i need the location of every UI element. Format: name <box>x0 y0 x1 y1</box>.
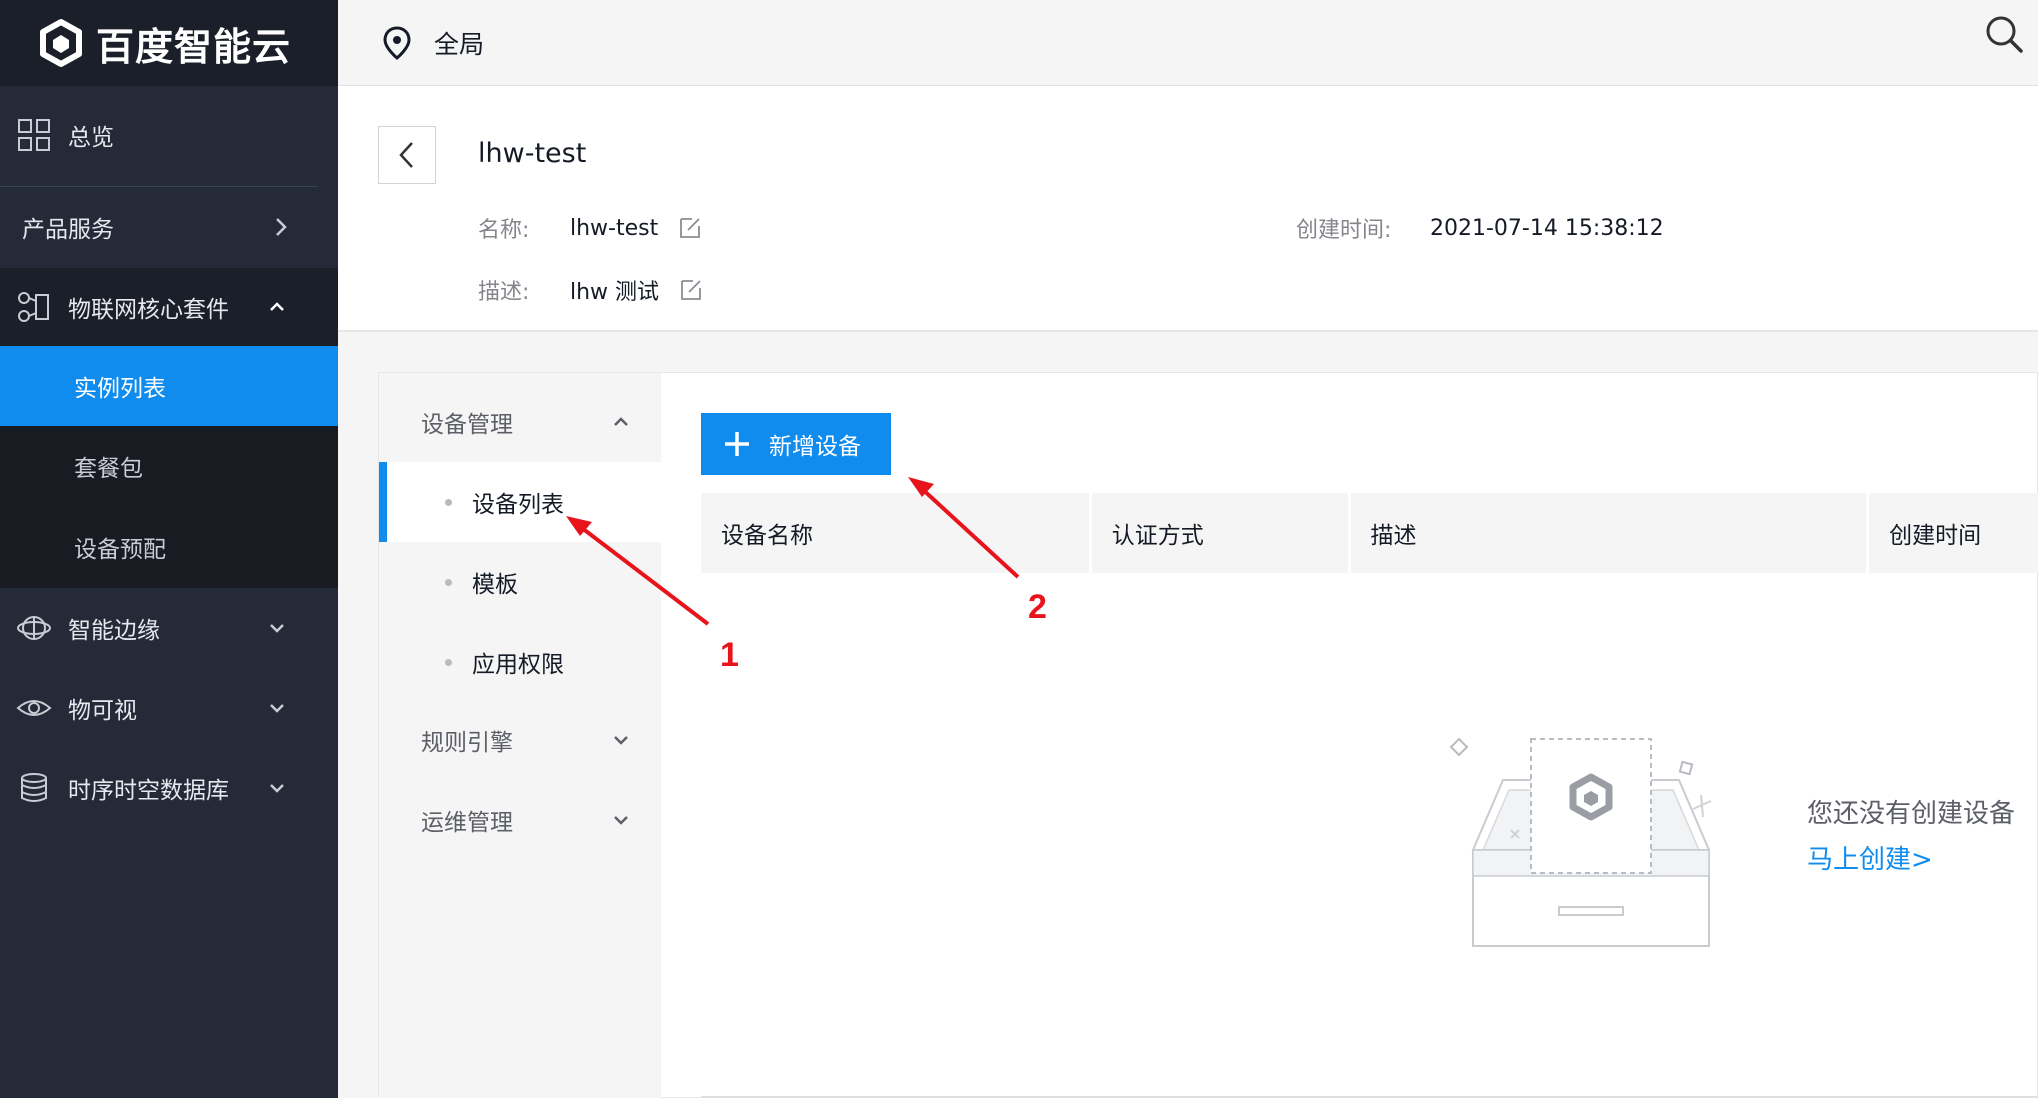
nav-products-label: 产品服务 <box>22 217 114 243</box>
empty-state-message: 您还没有创建设备 <box>1807 799 2016 829</box>
chevron-down-icon <box>614 816 628 825</box>
chevron-down-icon <box>614 736 628 745</box>
chevron-up-icon <box>614 417 628 426</box>
instance-desc-row: 描述: lhw 测试 <box>478 274 703 306</box>
nav-products[interactable]: 产品服务 <box>0 196 338 258</box>
subnav-device-list[interactable]: 设备列表 <box>379 462 661 542</box>
edit-icon[interactable] <box>678 216 702 240</box>
iot-nodes-icon <box>18 292 49 322</box>
created-value: 2021-07-14 15:38:12 <box>1430 215 1664 241</box>
database-icon <box>21 773 47 802</box>
nav-packages-label: 套餐包 <box>74 456 143 482</box>
sub-nav: 设备管理 设备列表 模板 应用权限 规则引擎 运维管理 <box>379 373 661 1098</box>
empty-box-illustration <box>1449 737 1712 947</box>
annotation-marker-1: 1 <box>720 636 739 674</box>
subnav-ops[interactable]: 运维管理 <box>421 805 631 836</box>
chevron-right-icon <box>276 218 287 236</box>
nav-instance-list[interactable]: 实例列表 <box>0 346 338 426</box>
subnav-rule-engine-label: 规则引擎 <box>421 730 513 756</box>
bullet-dot <box>445 658 452 666</box>
nav-iot-core-label: 物联网核心套件 <box>68 297 229 323</box>
chevron-left-icon <box>399 142 413 168</box>
subnav-app-permissions-label: 应用权限 <box>472 652 564 678</box>
nav-overview[interactable]: 总览 <box>0 104 338 166</box>
nav-device-provisioning[interactable]: 设备预配 <box>0 506 338 588</box>
device-table-header: 设备名称 认证方式 描述 创建时间 <box>701 493 2038 573</box>
instance-created-row: 创建时间: 2021-07-14 15:38:12 <box>1296 212 1664 244</box>
chevron-down-icon <box>270 624 284 633</box>
nav-visual-label: 物可视 <box>68 698 137 724</box>
nav-packages[interactable]: 套餐包 <box>0 426 338 506</box>
plus-icon <box>725 432 749 456</box>
subnav-template-label: 模板 <box>472 572 518 598</box>
instance-title: lhw-test <box>478 138 587 169</box>
nav-iot-core[interactable]: 物联网核心套件 <box>0 268 338 346</box>
brand-cube-icon <box>40 19 82 67</box>
column-auth-method[interactable]: 认证方式 <box>1091 493 1348 573</box>
bullet-dot <box>445 498 452 506</box>
column-description[interactable]: 描述 <box>1350 493 1867 573</box>
content-panel: 设备管理 设备列表 模板 应用权限 规则引擎 运维管理 新增设备 设备名称 认证… <box>378 372 2038 1098</box>
edit-icon[interactable] <box>679 278 703 302</box>
brand-name: 百度智能云 <box>96 24 292 69</box>
add-device-button[interactable]: 新增设备 <box>701 413 891 475</box>
chevron-down-icon <box>270 704 284 713</box>
chevron-up-icon <box>270 302 284 311</box>
nav-edge-label: 智能边缘 <box>68 618 160 644</box>
nav-overview-label: 总览 <box>68 125 114 151</box>
name-label: 名称: <box>478 218 530 243</box>
eye-icon <box>16 700 52 716</box>
subnav-device-mgmt-label: 设备管理 <box>421 412 513 438</box>
top-bar: 全局 <box>338 0 2038 86</box>
location-pin-icon <box>383 25 411 60</box>
annotation-marker-2: 2 <box>1028 588 1047 626</box>
edge-orbit-icon <box>17 616 51 640</box>
nav-tsdb[interactable]: 时序时空数据库 <box>0 756 338 820</box>
subnav-rule-engine[interactable]: 规则引擎 <box>421 725 631 756</box>
subnav-device-mgmt[interactable]: 设备管理 <box>421 407 631 438</box>
nav-edge[interactable]: 智能边缘 <box>0 596 338 660</box>
grid-icon <box>18 119 50 151</box>
nav-instance-list-label: 实例列表 <box>74 376 166 402</box>
back-button[interactable] <box>378 126 436 184</box>
left-nav: 百度智能云 总览 产品服务 物联网核心套件 实例列表 套餐包 设备预配 智能边缘… <box>0 0 338 1098</box>
instance-name-row: 名称: lhw-test <box>478 212 702 244</box>
subnav-app-permissions[interactable]: 应用权限 <box>379 622 661 702</box>
nav-divider <box>0 186 318 187</box>
nav-device-provisioning-label: 设备预配 <box>74 537 166 563</box>
column-created-time[interactable]: 创建时间 <box>1869 493 2038 573</box>
desc-label: 描述: <box>478 280 530 305</box>
create-now-link[interactable]: 马上创建> <box>1807 839 1933 876</box>
column-device-name[interactable]: 设备名称 <box>701 493 1089 573</box>
nav-tsdb-label: 时序时空数据库 <box>68 778 229 804</box>
subnav-device-list-label: 设备列表 <box>472 492 564 518</box>
created-label: 创建时间: <box>1296 218 1392 243</box>
search-icon[interactable] <box>1984 14 2024 54</box>
region-selector[interactable]: 全局 <box>434 25 484 61</box>
subnav-ops-label: 运维管理 <box>421 810 513 836</box>
nav-visual[interactable]: 物可视 <box>0 676 338 740</box>
chevron-down-icon <box>270 784 284 793</box>
name-value: lhw-test <box>570 215 659 241</box>
desc-value: lhw 测试 <box>570 280 660 305</box>
instance-header: lhw-test 名称: lhw-test 描述: lhw 测试 创建时间: 2… <box>338 86 2038 332</box>
subnav-template[interactable]: 模板 <box>379 542 661 622</box>
bullet-dot <box>445 578 452 586</box>
add-device-label: 新增设备 <box>769 434 861 460</box>
brand-logo[interactable]: 百度智能云 <box>0 0 338 86</box>
